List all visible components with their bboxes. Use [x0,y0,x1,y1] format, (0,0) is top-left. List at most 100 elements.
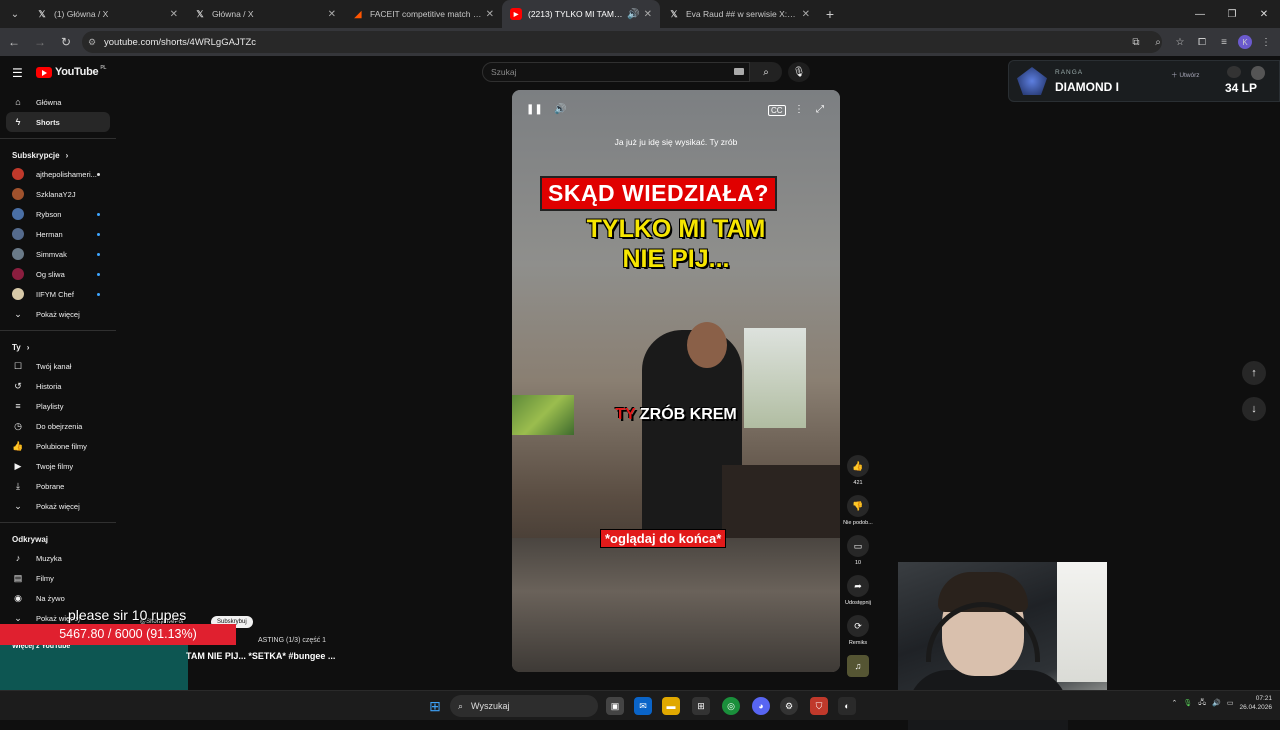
remix-button[interactable]: ⟳ Remiks [842,615,874,646]
volume-icon[interactable]: 🔊 [554,104,566,115]
voice-search-button[interactable]: 🎙 [788,62,810,82]
url-field[interactable]: ⚙ youtube.com/shorts/4WRLgGAJTZc [82,31,1162,53]
sidebar-item-subscription[interactable]: Rybson [0,204,116,224]
sidebar-item-subscription[interactable]: SzklanaY2J [0,184,116,204]
shorts-video-player[interactable]: ❚❚ 🔊 CC ⋮ ⤢ Ja już ju idę się wysikać. T… [512,90,840,672]
system-clock[interactable]: 07:21 26.04.2026 [1239,694,1272,712]
browser-menu-icon[interactable]: ⋮ [1258,32,1274,52]
sidebar-item-history[interactable]: ↺ Historia [0,376,116,396]
sidebar-show-more[interactable]: ⌄ Pokaż więcej [0,496,116,516]
close-icon[interactable]: ✕ [328,9,336,20]
obs-icon[interactable]: ◐ [838,697,856,715]
battery-icon[interactable]: ▭ [1227,699,1234,707]
discord-icon[interactable]: ◕ [752,697,770,715]
sidebar-item-live[interactable]: ◉ Na żywo [0,588,116,608]
dislike-button[interactable]: 👎 Nie podob... [842,495,874,526]
x-logo-icon: 𝕏 [670,8,678,19]
short-title[interactable]: TAM NIE PIJ... *SETKA* #bungee ... [186,651,335,661]
reload-icon[interactable]: ↻ [54,30,78,54]
minimize-icon[interactable]: — [1184,0,1216,28]
keyboard-icon[interactable] [734,68,744,75]
sidebar-item-downloads[interactable]: ⤓ Pobrane [0,476,116,496]
browser-tab-bar: ⌄ 𝕏 (1) Główna / X ✕ 𝕏 Główna / X ✕ ◢ FA… [0,0,1280,28]
sound-thumbnail[interactable]: ♫ [842,655,874,677]
extensions-icon[interactable]: ⧠ [1194,32,1210,52]
new-tab-button[interactable]: + [818,6,842,22]
streamer-avatar [1251,66,1265,80]
sidebar-item-music[interactable]: ♪ Muzyka [0,548,116,568]
profile-avatar[interactable]: K [1238,35,1252,49]
chrome-icon[interactable]: ◎ [722,697,740,715]
sidebar-item-subscription[interactable]: Simmvak [0,244,116,264]
chevron-right-icon: › [65,151,69,160]
mic-tray-icon[interactable]: 🎙 [1183,699,1192,707]
zoom-icon[interactable]: ⌕ [1150,32,1166,52]
shield-icon[interactable]: ⛉ [810,697,828,715]
sidebar-item-shorts[interactable]: ϟ Shorts [6,112,110,132]
close-icon[interactable]: ✕ [802,9,810,20]
video-title-red: SKĄD WIEDZIAŁA? [540,176,777,211]
tab-search-button[interactable]: ⌄ [2,4,28,24]
chevron-up-icon[interactable]: ⌃ [1172,699,1178,707]
cast-icon[interactable]: ⧉ [1128,32,1144,52]
share-button[interactable]: ➦ Udostępnij [842,575,874,606]
like-button[interactable]: 👍 421 [842,455,874,486]
bookmark-star-icon[interactable]: ☆ [1172,32,1188,52]
hamburger-menu-icon[interactable]: ☰ [12,66,23,80]
sidebar-item-liked[interactable]: 👍 Polubione filmy [0,436,116,456]
sidebar-item-subscription[interactable]: ajthepolishameri... [0,164,116,184]
sidebar-item-your-channel[interactable]: ☐ Twój kanał [0,356,116,376]
close-icon[interactable]: ✕ [486,9,494,20]
sidebar-item-watch-later[interactable]: ◷ Do obejrzenia [0,416,116,436]
audio-icon[interactable]: 🔊 [627,9,639,20]
sidebar-show-more[interactable]: ⌄ Pokaż więcej [0,304,116,324]
search-button[interactable]: ⌕ [750,62,782,82]
forward-icon[interactable]: → [28,30,52,54]
browser-tab-5[interactable]: 𝕏 Eva Raud ## w serwisie X: „Alal ✕ [660,0,818,28]
close-window-icon[interactable]: ✕ [1248,0,1280,28]
music-icon: ♪ [15,553,21,563]
video-lower-blur [512,538,840,672]
captions-icon[interactable]: CC [768,105,786,116]
close-icon[interactable]: ✕ [644,9,652,20]
media-icon[interactable]: ≡ [1216,32,1232,52]
more-options-icon[interactable]: ⋮ [794,104,804,115]
store-icon[interactable]: ⊞ [692,697,710,715]
browser-tab-4[interactable]: ▶ (2213) TYLKO MI TAM NIE P 🔊 ✕ [502,0,660,28]
network-icon[interactable]: 🖧 [1198,698,1206,709]
search-input[interactable]: Szukaj [482,62,750,82]
sidebar-item-playlists[interactable]: ≡ Playlisty [0,396,116,416]
pause-icon[interactable]: ❚❚ [526,104,543,115]
x-logo-icon: 𝕏 [196,8,204,19]
champion-icon [1227,66,1241,78]
site-info-icon[interactable]: ⚙ [88,37,96,48]
next-short-button[interactable]: ↓ [1242,397,1266,421]
sidebar-item-home[interactable]: ⌂ Główna [0,92,116,112]
back-icon[interactable]: ← [2,30,26,54]
sidebar-item-subscription[interactable]: Herman [0,224,116,244]
browser-tab-2[interactable]: 𝕏 Główna / X ✕ [186,0,344,28]
windows-start-icon[interactable]: ⊞ [426,697,444,715]
browser-tab-3[interactable]: ◢ FACEIT competitive match - FA ✕ [344,0,502,28]
sidebar-item-your-videos[interactable]: ▶ Twoje filmy [0,456,116,476]
steam-icon[interactable]: ⚙ [780,697,798,715]
restore-icon[interactable]: ❐ [1216,0,1248,28]
close-icon[interactable]: ✕ [170,9,178,20]
outlook-icon[interactable]: ✉ [634,697,652,715]
file-explorer-icon[interactable]: ▬ [662,697,680,715]
taskbar-search[interactable]: ⌕ Wyszukaj [450,695,598,717]
task-view-icon[interactable]: ▣ [606,697,624,715]
previous-short-button[interactable]: ↑ [1242,361,1266,385]
sidebar-item-films[interactable]: ▤ Filmy [0,568,116,588]
youtube-logo[interactable]: YouTube PL [36,65,106,78]
subscriptions-header[interactable]: Subskrypcje › [0,141,116,164]
sidebar-item-subscription[interactable]: IIFYM Chef [0,284,116,304]
volume-tray-icon[interactable]: 🔊 [1212,699,1221,707]
sidebar-item-subscription[interactable]: Og sliwa [0,264,116,284]
you-header[interactable]: Ty › [0,333,116,356]
follow-button[interactable]: ＋ Utwórz [1171,69,1200,79]
fullscreen-icon[interactable]: ⤢ [816,104,824,115]
browser-tab-1[interactable]: 𝕏 (1) Główna / X ✕ [28,0,186,28]
comments-button[interactable]: ▭ 10 [842,535,874,566]
new-content-dot [97,213,100,216]
